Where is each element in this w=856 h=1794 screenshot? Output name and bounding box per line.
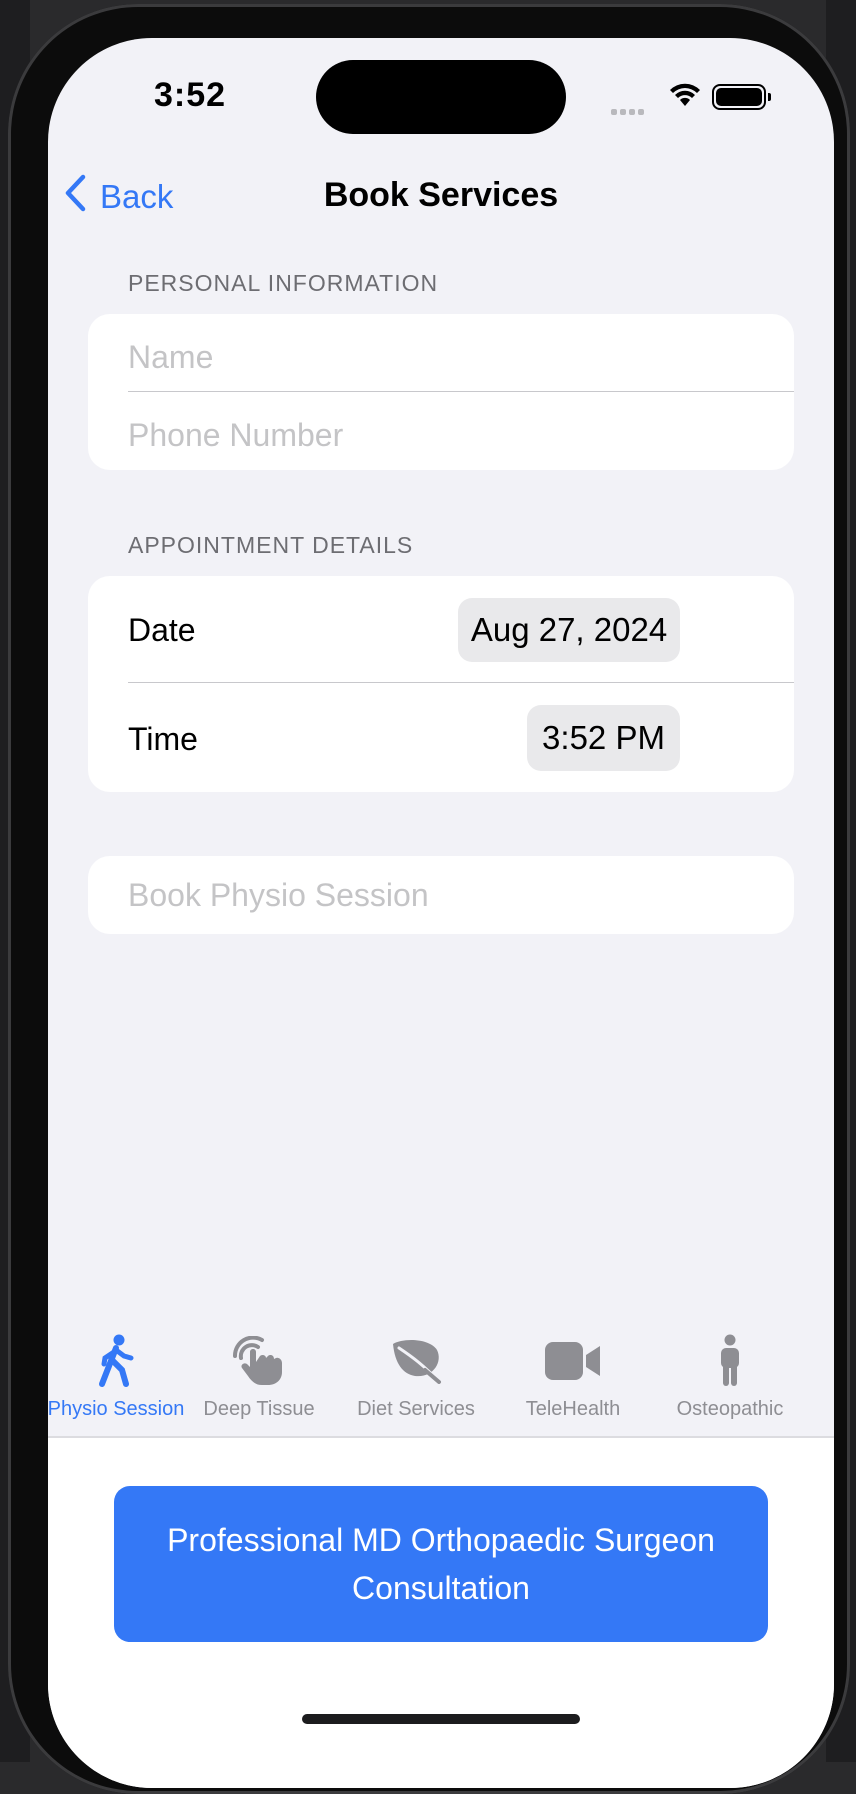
personal-info-group: Name Phone Number	[88, 314, 794, 470]
phone-frame: 3:52 Back Book Services PERSONAL INFORMA…	[8, 4, 850, 1794]
date-picker-button[interactable]: Aug 27, 2024	[458, 598, 680, 662]
standing-figure-icon	[650, 1328, 810, 1394]
tab-label: TeleHealth	[525, 1398, 621, 1420]
bottom-action-panel: Professional MD Orthopaedic Surgeon Cons…	[48, 1438, 834, 1788]
page-title: Book Services	[323, 176, 559, 214]
appointment-details-header: APPOINTMENT DETAILS	[128, 532, 414, 558]
phone-field-placeholder: Phone Number	[128, 416, 344, 453]
book-session-group: Book Physio Session	[88, 856, 794, 934]
name-field[interactable]: Name	[128, 314, 794, 400]
battery-icon	[712, 84, 771, 110]
row-divider	[128, 682, 794, 683]
walking-figure-icon	[48, 1328, 196, 1394]
tab-label: Osteopathic	[676, 1398, 784, 1420]
tab-diet-services[interactable]: Diet Services	[336, 1328, 496, 1421]
book-session-placeholder: Book Physio Session	[128, 876, 429, 913]
book-session-field[interactable]: Book Physio Session	[128, 852, 794, 938]
navigation-bar: Back Book Services	[48, 166, 834, 226]
status-time: 3:52	[154, 76, 227, 114]
home-indicator[interactable]	[302, 1714, 580, 1724]
service-tab-bar: Physio Session Deep Tissue Diet Services…	[48, 1328, 834, 1448]
hand-tap-icon	[179, 1328, 339, 1394]
name-field-placeholder: Name	[128, 338, 214, 375]
dynamic-island	[316, 60, 566, 134]
cellular-signal-icon	[611, 102, 647, 120]
wifi-icon	[668, 82, 702, 113]
tab-label: Diet Services	[357, 1398, 475, 1420]
appointment-details-group: Date Aug 27, 2024 Time 3:52 PM	[88, 576, 794, 792]
personal-info-header: PERSONAL INFORMATION	[128, 270, 439, 296]
time-label: Time	[128, 721, 198, 757]
date-label: Date	[128, 612, 196, 648]
tab-telehealth[interactable]: TeleHealth	[493, 1328, 653, 1421]
time-picker-button[interactable]: 3:52 PM	[527, 705, 680, 771]
orthopaedic-consultation-button[interactable]: Professional MD Orthopaedic Surgeon Cons…	[114, 1486, 768, 1642]
tab-physio-session[interactable]: Physio Session	[48, 1328, 196, 1421]
tab-label: Physio Session	[48, 1398, 185, 1420]
app-screen: 3:52 Back Book Services PERSONAL INFORMA…	[48, 38, 834, 1788]
phone-number-field[interactable]: Phone Number	[128, 392, 794, 478]
status-bar: 3:52	[48, 38, 834, 158]
video-camera-icon	[493, 1328, 653, 1394]
tab-deep-tissue[interactable]: Deep Tissue	[179, 1328, 339, 1421]
tab-osteopathic[interactable]: Osteopathic	[650, 1328, 810, 1421]
tab-label: Deep Tissue	[203, 1398, 315, 1420]
leaf-icon	[336, 1328, 496, 1394]
